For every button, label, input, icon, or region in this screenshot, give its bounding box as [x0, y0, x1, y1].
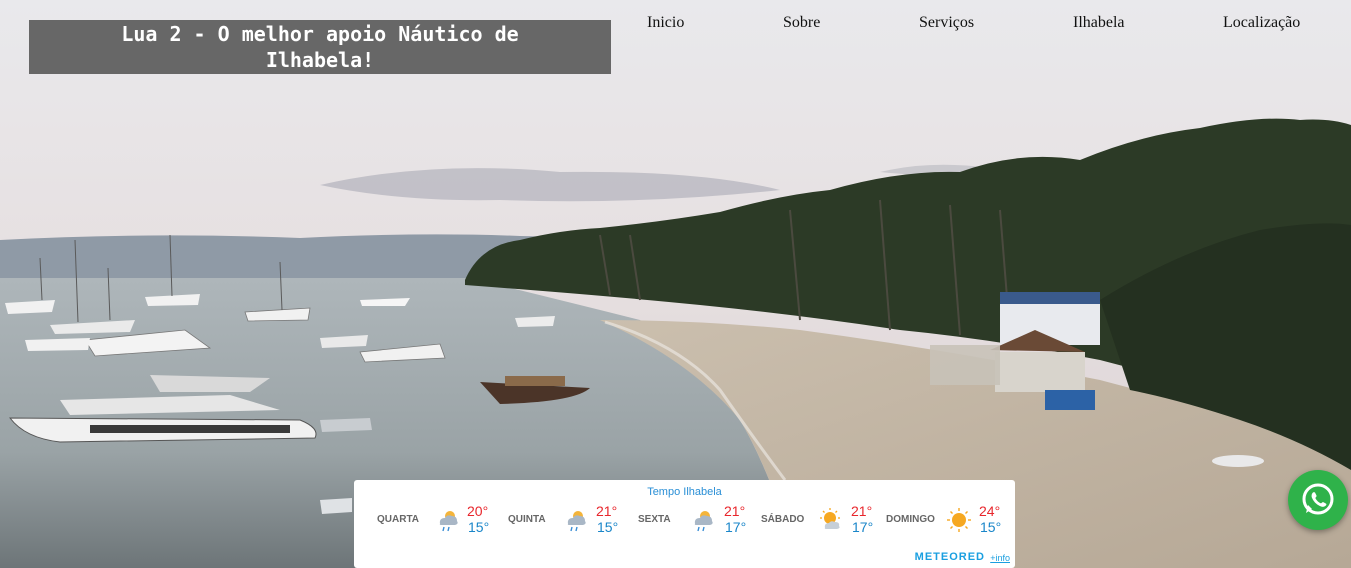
- nav-link-ilhabela[interactable]: Ilhabela: [1073, 14, 1125, 32]
- site-title-line-2: Ilhabela!: [265, 48, 375, 72]
- main-nav: Inicio Sobre Serviços Ilhabela Localizaç…: [611, 14, 1351, 36]
- sun-icon: [947, 508, 971, 532]
- weather-day-name: SEXTA: [638, 514, 671, 525]
- weather-min-temp: 15°: [980, 519, 1002, 535]
- weather-max-temp: 21°: [596, 503, 618, 519]
- partly-sunny-icon: [820, 508, 840, 529]
- weather-max-temp: 21°: [724, 503, 746, 519]
- weather-max-temp: 20°: [467, 503, 489, 519]
- weather-day-name: DOMINGO: [886, 514, 935, 525]
- whatsapp-button[interactable]: [1288, 470, 1348, 530]
- weather-min-temp: 17°: [852, 519, 874, 535]
- weather-min-temp: 15°: [468, 519, 490, 535]
- whatsapp-icon: [1302, 483, 1334, 515]
- site-title-line-1: Lua 2 - O melhor apoio Náutico de: [121, 22, 519, 46]
- weather-max-temp: 24°: [979, 503, 1001, 519]
- rain-cloud-icon: [567, 511, 586, 532]
- weather-min-temp: 15°: [597, 519, 619, 535]
- more-info-link[interactable]: +info: [990, 553, 1010, 563]
- nav-link-localizacao[interactable]: Localização: [1223, 14, 1300, 32]
- nav-link-servicos[interactable]: Serviços: [919, 14, 974, 32]
- weather-widget: Tempo Ilhabela QUARTA 20° 15° QUINTA 21°…: [354, 480, 1015, 568]
- weather-day-name: QUINTA: [508, 514, 546, 525]
- weather-title[interactable]: Tempo Ilhabela: [354, 486, 1015, 498]
- site-title: Lua 2 - O melhor apoio Náutico de Ilhabe…: [29, 20, 611, 74]
- rain-cloud-icon: [694, 511, 713, 532]
- nav-link-sobre[interactable]: Sobre: [783, 14, 820, 32]
- weather-max-temp: 21°: [851, 503, 873, 519]
- meteored-logo[interactable]: METEORED: [915, 551, 985, 563]
- nav-link-inicio[interactable]: Inicio: [647, 14, 684, 32]
- weather-day-name: QUARTA: [377, 514, 420, 525]
- rain-cloud-icon: [439, 511, 458, 532]
- weather-min-temp: 17°: [725, 519, 747, 535]
- weather-day-name: SÁBADO: [761, 514, 805, 525]
